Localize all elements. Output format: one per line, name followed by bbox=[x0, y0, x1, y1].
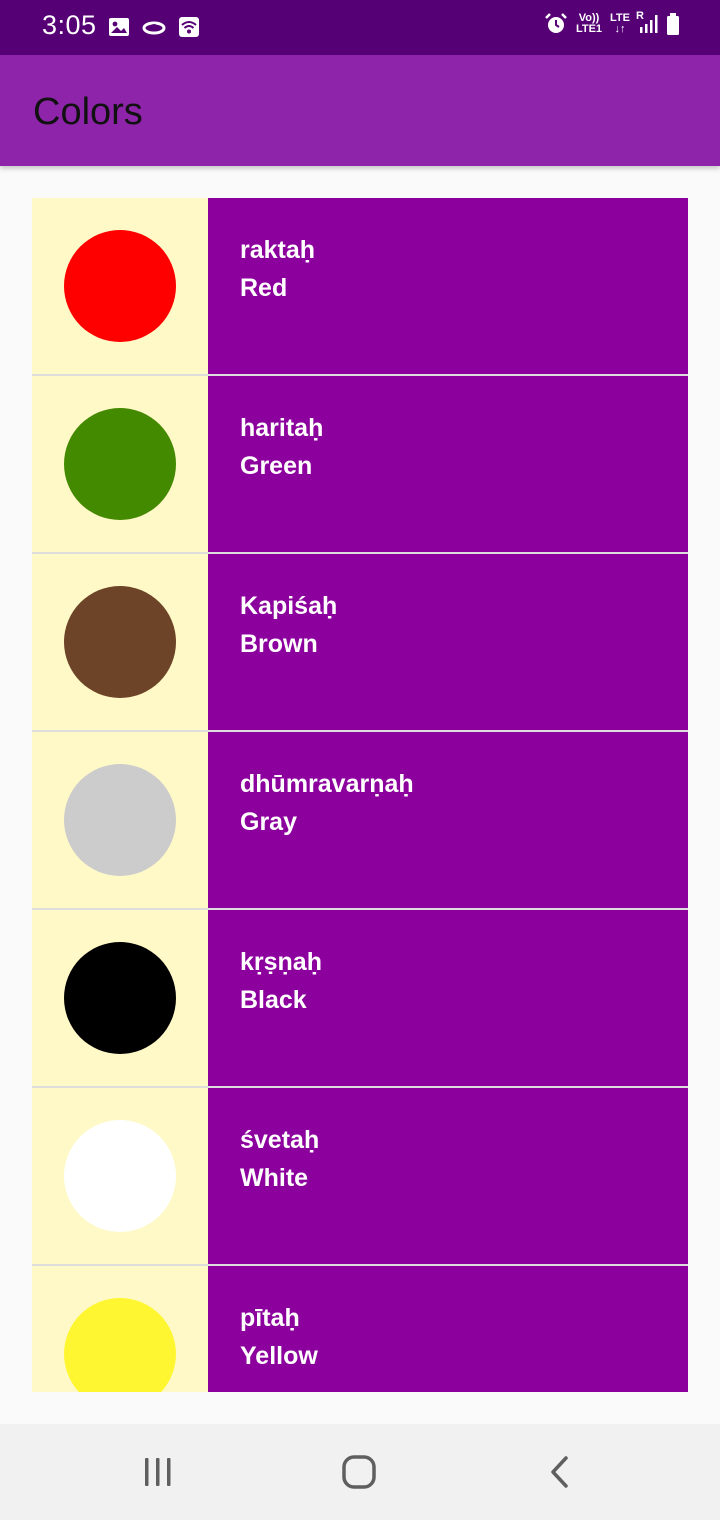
sanskrit-word: pītaḥ bbox=[240, 1304, 300, 1332]
color-thumb bbox=[32, 910, 208, 1086]
color-swatch-black bbox=[64, 942, 176, 1054]
sanskrit-word: raktaḥ bbox=[240, 236, 316, 264]
color-thumb bbox=[32, 198, 208, 374]
list-item[interactable]: raktaḥ Red bbox=[32, 198, 688, 376]
navigation-bar bbox=[0, 1424, 720, 1520]
english-word: Gray bbox=[240, 808, 297, 836]
volte-indicator: Vo)) LTE1 bbox=[575, 12, 603, 35]
english-word: Brown bbox=[240, 630, 318, 658]
color-thumb bbox=[32, 732, 208, 908]
english-word: Red bbox=[240, 274, 288, 302]
color-swatch-gray bbox=[64, 764, 176, 876]
color-swatch-green bbox=[64, 408, 176, 520]
status-right-icons: Vo)) LTE1 LTE ↓↑ R bbox=[544, 10, 680, 36]
list-item[interactable]: haritaḥ Green bbox=[32, 376, 688, 554]
sanskrit-word: kṛṣṇaḥ bbox=[240, 948, 322, 976]
color-thumb bbox=[32, 1266, 208, 1392]
color-text-panel: pītaḥ Yellow bbox=[208, 1266, 688, 1392]
recents-icon bbox=[145, 1458, 171, 1486]
color-text-panel: Kapiśaḥ Brown bbox=[208, 554, 688, 730]
list-item[interactable]: pītaḥ Yellow bbox=[32, 1266, 688, 1392]
color-thumb bbox=[32, 1088, 208, 1264]
battery-icon bbox=[666, 12, 680, 36]
home-icon bbox=[342, 1455, 376, 1489]
color-text-panel: śvetaḥ White bbox=[208, 1088, 688, 1264]
lte-indicator: LTE ↓↑ bbox=[610, 12, 630, 35]
image-icon bbox=[108, 17, 130, 37]
link-icon bbox=[142, 18, 166, 36]
color-text-panel: kṛṣṇaḥ Black bbox=[208, 910, 688, 1086]
back-button[interactable] bbox=[531, 1444, 591, 1500]
english-word: Yellow bbox=[240, 1342, 318, 1370]
color-thumb bbox=[32, 376, 208, 552]
alarm-icon bbox=[544, 12, 568, 36]
sanskrit-word: dhūmravarṇaḥ bbox=[240, 770, 414, 798]
english-word: Green bbox=[240, 452, 313, 480]
status-left-icons bbox=[108, 16, 200, 38]
back-icon bbox=[551, 1456, 568, 1488]
recents-button[interactable] bbox=[128, 1444, 188, 1500]
color-swatch-brown bbox=[64, 586, 176, 698]
signal-icon: R bbox=[636, 10, 658, 35]
sanskrit-word: śvetaḥ bbox=[240, 1126, 320, 1154]
color-thumb bbox=[32, 554, 208, 730]
status-time: 3:05 bbox=[42, 10, 97, 40]
list-item[interactable]: śvetaḥ White bbox=[32, 1088, 688, 1266]
wifi-icon bbox=[178, 16, 200, 38]
color-swatch-yellow bbox=[64, 1298, 176, 1392]
status-bar: 3:05 Vo)) LTE1 LTE ↓↑ R bbox=[0, 0, 720, 55]
color-swatch-red bbox=[64, 230, 176, 342]
list-item[interactable]: dhūmravarṇaḥ Gray bbox=[32, 732, 688, 910]
color-text-panel: haritaḥ Green bbox=[208, 376, 688, 552]
color-text-panel: dhūmravarṇaḥ Gray bbox=[208, 732, 688, 908]
app-bar: Colors bbox=[0, 55, 720, 166]
color-swatch-white bbox=[64, 1120, 176, 1232]
list-item[interactable]: Kapiśaḥ Brown bbox=[32, 554, 688, 732]
roaming-label: R bbox=[636, 10, 644, 22]
page-title: Colors bbox=[33, 91, 143, 133]
home-button[interactable] bbox=[329, 1444, 389, 1500]
sanskrit-word: haritaḥ bbox=[240, 414, 324, 442]
sanskrit-word: Kapiśaḥ bbox=[240, 592, 338, 620]
color-text-panel: raktaḥ Red bbox=[208, 198, 688, 374]
english-word: White bbox=[240, 1164, 309, 1192]
color-list[interactable]: raktaḥ Red haritaḥ Green Kapiśaḥ Brown d… bbox=[32, 198, 688, 1392]
english-word: Black bbox=[240, 986, 307, 1014]
list-item[interactable]: kṛṣṇaḥ Black bbox=[32, 910, 688, 1088]
